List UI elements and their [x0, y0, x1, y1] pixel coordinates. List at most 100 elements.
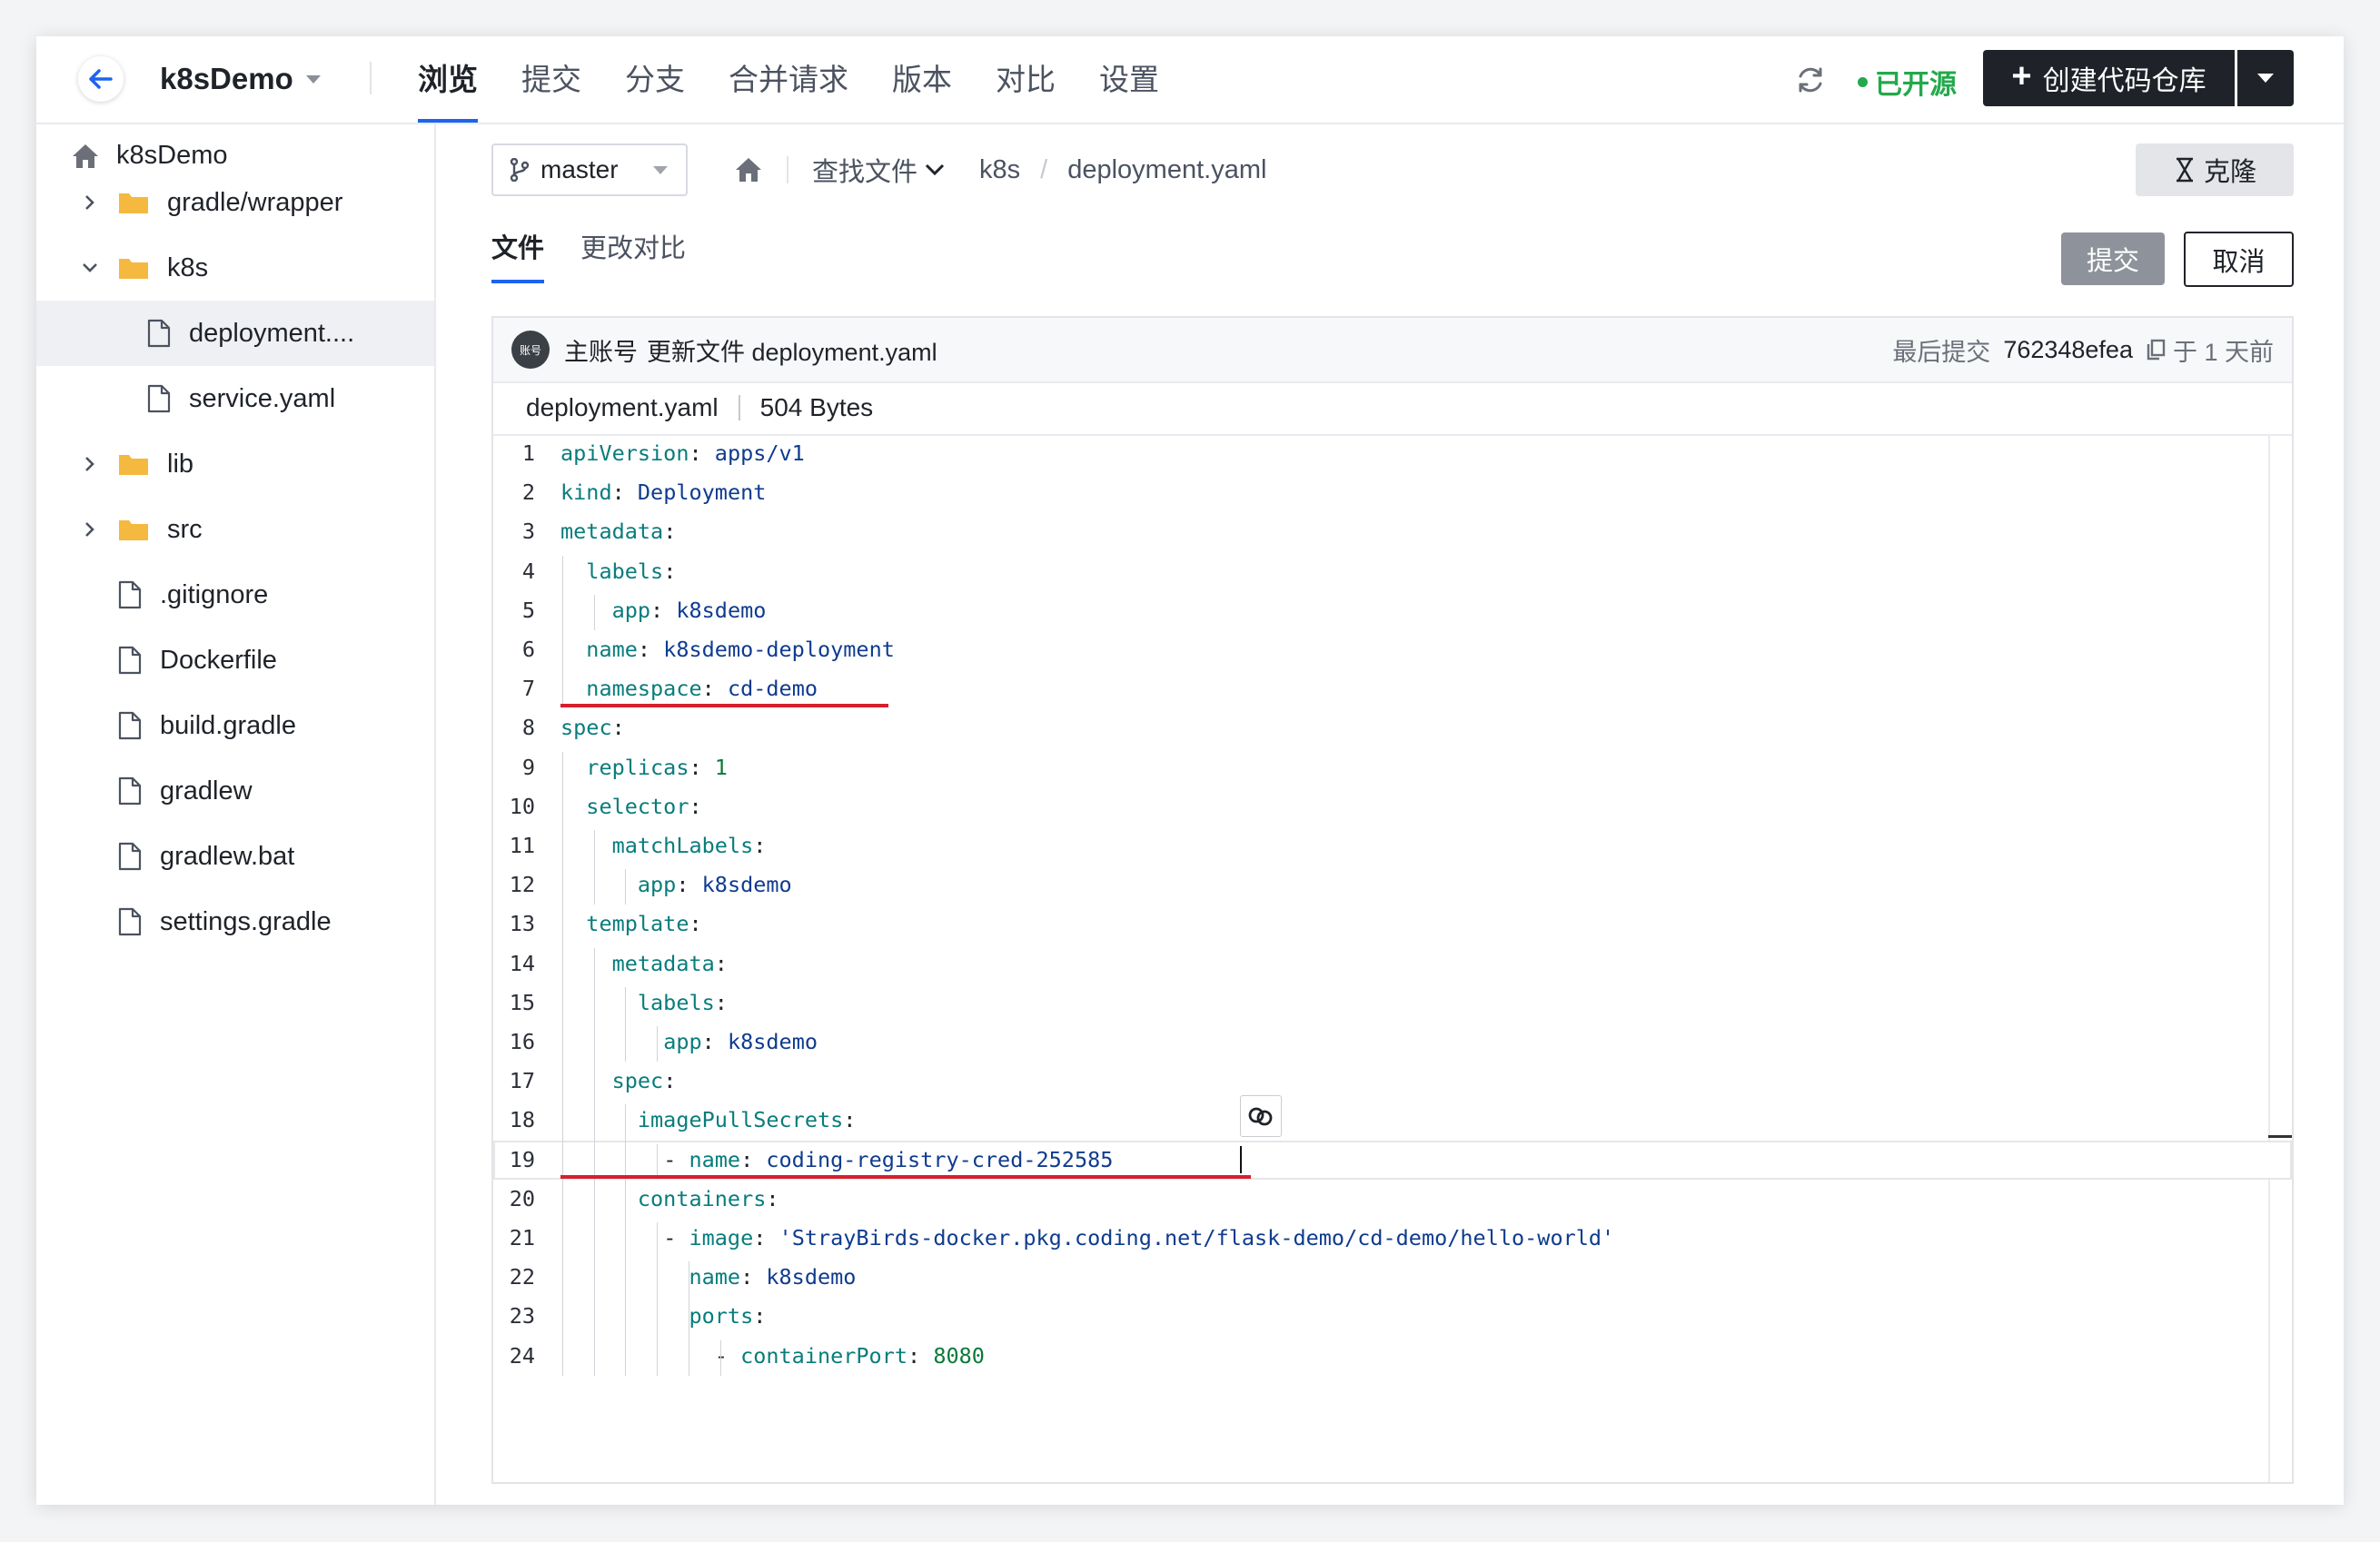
last-commit-label: 最后提交 — [1892, 338, 1991, 366]
chevron-down-icon[interactable] — [76, 254, 104, 282]
commit-message: 更新文件 deployment.yaml — [647, 338, 937, 366]
tree-item[interactable]: build.gradle — [36, 693, 434, 758]
code-line[interactable]: 9 replicas: 1 — [493, 748, 2292, 787]
tree-item[interactable]: lib — [36, 431, 434, 497]
divider — [370, 62, 372, 94]
tree-item[interactable]: .gitignore — [36, 562, 434, 628]
file-size: 504 Bytes — [759, 393, 874, 421]
last-commit-bar: 账号 主账号 更新文件 deployment.yaml 最后提交 762348e… — [493, 318, 2292, 383]
folder-icon — [119, 259, 148, 279]
chevron-down-icon — [925, 163, 945, 176]
yaml-colon: : — [714, 950, 728, 976]
cancel-button[interactable]: 取消 — [2184, 232, 2294, 287]
nav-tab-5[interactable]: 对比 — [996, 36, 1056, 123]
yaml-colon: : — [650, 597, 664, 623]
tree-item[interactable]: deployment.... — [36, 301, 434, 366]
tree-item[interactable]: service.yaml — [36, 366, 434, 431]
clone-button[interactable]: 克隆 — [2136, 143, 2294, 196]
commit-author[interactable]: 主账号 — [564, 332, 638, 368]
nav-tab-0[interactable]: 浏览 — [418, 36, 478, 123]
code-line[interactable]: 4 labels: — [493, 552, 2292, 591]
chevron-right-icon[interactable] — [76, 450, 104, 478]
code-text: labels: — [560, 984, 728, 1023]
code-line[interactable]: 8 spec: — [493, 708, 2292, 747]
tree-item[interactable]: gradle/wrapper — [36, 170, 434, 235]
nav-tab-6[interactable]: 设置 — [1099, 36, 1159, 123]
code-line[interactable]: 6 name: k8sdemo-deployment — [493, 630, 2292, 669]
tree-item-label: deployment.... — [189, 318, 355, 348]
breadcrumb-dir-link[interactable]: k8s — [979, 155, 1020, 185]
code-line[interactable]: 11 matchLabels: — [493, 826, 2292, 865]
back-button[interactable] — [78, 56, 124, 102]
tree-root[interactable]: k8sDemo — [71, 141, 228, 171]
yaml-value: 8080 — [933, 1342, 985, 1369]
code-line[interactable]: 15 labels: — [493, 984, 2292, 1023]
code-text: - containerPort: 8080 — [560, 1337, 985, 1376]
create-repo-label: 创建代码仓库 — [2042, 66, 2206, 96]
code-line[interactable]: 1 apiVersion: apps/v1 — [493, 434, 2292, 473]
branch-selector[interactable]: master — [491, 143, 688, 196]
line-number: 10 — [509, 793, 535, 819]
code-editor[interactable]: 1 apiVersion: apps/v1 2 kind: Deployment 3 me… — [493, 434, 2292, 1482]
code-line[interactable]: 13 template: — [493, 904, 2292, 944]
code-line[interactable]: 14 metadata: — [493, 944, 2292, 984]
submit-button[interactable]: 提交 — [2061, 232, 2165, 285]
chevron-right-icon[interactable] — [76, 516, 104, 543]
copy-icon[interactable] — [2146, 339, 2166, 361]
code-line[interactable]: 12 app: k8sdemo — [493, 865, 2292, 904]
code-line[interactable]: 22 name: k8sdemo — [493, 1258, 2292, 1297]
tree-item[interactable]: gradlew — [36, 758, 434, 824]
code-line[interactable]: 17 spec: — [493, 1062, 2292, 1101]
tree-item[interactable]: gradlew.bat — [36, 824, 434, 889]
yaml-key: image — [689, 1225, 754, 1250]
subtab-1[interactable]: 更改对比 — [580, 227, 686, 283]
code-line[interactable]: 2 kind: Deployment — [493, 473, 2292, 512]
code-line[interactable]: 21 - image: 'StrayBirds-docker.pkg.codin… — [493, 1219, 2292, 1258]
code-line[interactable]: 5 app: k8sdemo — [493, 591, 2292, 630]
avatar[interactable]: 账号 — [511, 331, 550, 369]
nav-tab-2[interactable]: 分支 — [625, 36, 685, 123]
home-icon[interactable] — [734, 156, 763, 183]
code-line[interactable]: 3 metadata: — [493, 512, 2292, 551]
nav-tab-3[interactable]: 合并请求 — [729, 36, 848, 123]
line-number: 2 — [521, 479, 535, 506]
nav-tab-1[interactable]: 提交 — [521, 36, 581, 123]
yaml-key: labels — [586, 558, 664, 584]
chevron-right-icon[interactable] — [76, 189, 104, 216]
tree-item[interactable]: k8s — [36, 235, 434, 301]
commit-hash[interactable]: 762348efea — [2003, 336, 2133, 364]
create-repo-dropdown-button[interactable] — [2237, 50, 2294, 106]
yaml-value: apps/v1 — [714, 440, 805, 466]
create-repo-button[interactable]: + 创建代码仓库 — [1983, 50, 2235, 106]
code-line[interactable]: 18 imagePullSecrets: — [493, 1101, 2292, 1140]
code-line[interactable]: 20 containers: — [493, 1180, 2292, 1219]
repo-switcher[interactable]: k8sDemo — [160, 62, 321, 96]
code-line[interactable]: 10 selector: — [493, 787, 2292, 826]
line-number: 4 — [521, 558, 535, 584]
code-line[interactable]: 24 - containerPort: 8080 — [493, 1337, 2292, 1376]
tree-item[interactable]: Dockerfile — [36, 628, 434, 693]
tree-item[interactable]: src — [36, 497, 434, 562]
top-bar: k8sDemo 浏览 提交 分支 合并请求 版本 对比 设置 已开源 + 创建代码仓库 — [36, 36, 2344, 124]
line-number: 9 — [521, 754, 535, 780]
code-line[interactable]: 7 namespace: cd-demo — [493, 669, 2292, 708]
code-text: spec: — [560, 708, 625, 747]
code-line[interactable]: 23 ports: — [493, 1297, 2292, 1336]
branch-name: master — [540, 155, 619, 183]
tree-item-label: build.gradle — [160, 710, 296, 740]
yaml-colon: : — [663, 1068, 677, 1094]
subtab-0[interactable]: 文件 — [491, 227, 545, 283]
yaml-colon: : — [611, 715, 625, 741]
tree-item[interactable]: settings.gradle — [36, 889, 434, 954]
yaml-key: ports — [689, 1303, 754, 1329]
find-file-button[interactable]: 查找文件 — [812, 151, 945, 189]
code-line[interactable]: 19 - name: coding-registry-cred-252585 — [493, 1140, 2292, 1180]
git-branch-icon — [510, 158, 530, 182]
divider — [738, 395, 740, 420]
yaml-key: metadata — [611, 950, 715, 976]
nav-tab-4[interactable]: 版本 — [892, 36, 952, 123]
app-window: k8sDemo 浏览 提交 分支 合并请求 版本 对比 设置 已开源 + 创建代码仓库 — [36, 36, 2344, 1505]
line-number: 11 — [509, 833, 535, 858]
code-line[interactable]: 16 app: k8sdemo — [493, 1023, 2292, 1062]
refresh-icon[interactable] — [1794, 64, 1827, 96]
